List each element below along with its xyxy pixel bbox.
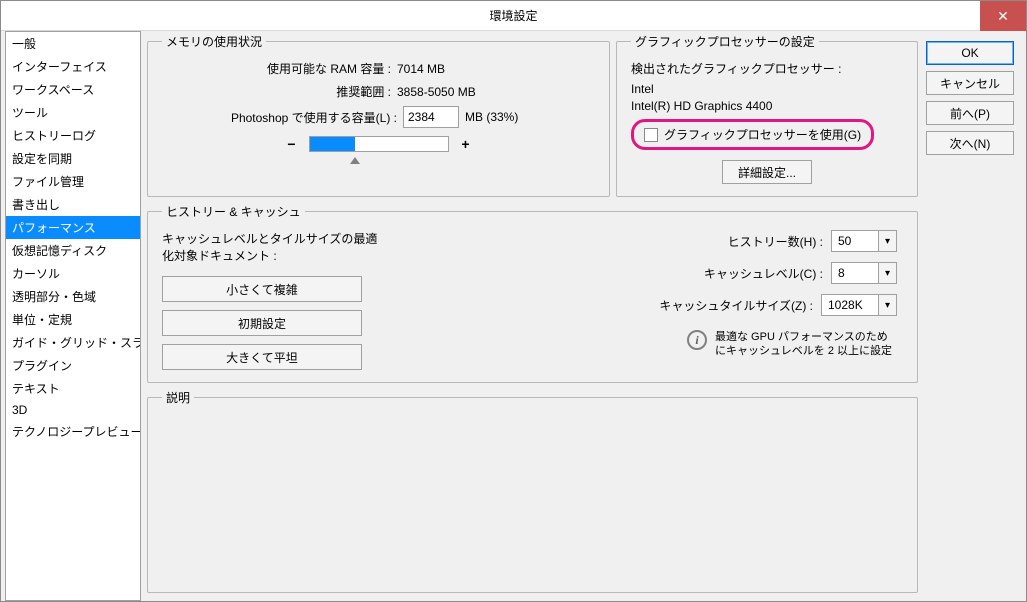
sidebar-item-type[interactable]: テキスト — [6, 377, 140, 400]
gpu-model: Intel(R) HD Graphics 4400 — [631, 99, 903, 113]
cache-settings-column: ヒストリー数(H) : ▾ キャッシュレベル(C) : ▾ — [402, 230, 903, 370]
memory-slider-row: − + — [162, 136, 595, 152]
history-states-label: ヒストリー数(H) : — [728, 233, 823, 250]
chevron-down-icon[interactable]: ▾ — [879, 230, 897, 252]
cache-tile-input[interactable] — [821, 294, 879, 316]
cancel-button[interactable]: キャンセル — [926, 71, 1014, 95]
sidebar-item-performance[interactable]: パフォーマンス — [6, 216, 140, 239]
titlebar: 環境設定 ✕ — [1, 1, 1026, 31]
history-legend: ヒストリー & キャッシュ — [162, 203, 305, 220]
gpu-settings-group: グラフィックプロセッサーの設定 検出されたグラフィックプロセッサー : Inte… — [616, 33, 918, 197]
history-states-input[interactable] — [831, 230, 879, 252]
main-panel: メモリの使用状況 使用可能な RAM 容量 : 7014 MB 推奨範囲 : 3… — [145, 31, 1026, 601]
cache-tile-label: キャッシュタイルサイズ(Z) : — [659, 297, 813, 314]
chevron-down-icon[interactable]: ▾ — [879, 262, 897, 284]
gpu-legend: グラフィックプロセッサーの設定 — [631, 33, 819, 50]
next-button[interactable]: 次へ(N) — [926, 131, 1014, 155]
close-button[interactable]: ✕ — [980, 1, 1026, 31]
memory-usage-group: メモリの使用状況 使用可能な RAM 容量 : 7014 MB 推奨範囲 : 3… — [147, 33, 610, 197]
available-ram-value: 7014 MB — [397, 62, 445, 76]
chevron-down-icon[interactable]: ▾ — [879, 294, 897, 316]
ps-use-label: Photoshop で使用する容量(L) : — [162, 109, 397, 126]
ideal-range-value: 3858-5050 MB — [397, 85, 476, 99]
sidebar-item-scratch-disks[interactable]: 仮想記憶ディスク — [6, 239, 140, 262]
cache-tile-combo[interactable]: ▾ — [821, 294, 897, 316]
description-group: 説明 — [147, 389, 918, 593]
plus-icon[interactable]: + — [459, 136, 473, 152]
category-sidebar: 一般 インターフェイス ワークスペース ツール ヒストリーログ 設定を同期 ファ… — [5, 31, 141, 601]
use-gpu-highlight: グラフィックプロセッサーを使用(G) — [631, 119, 874, 150]
sidebar-item-cursors[interactable]: カーソル — [6, 262, 140, 285]
sidebar-item-transparency[interactable]: 透明部分・色域 — [6, 285, 140, 308]
available-ram-label: 使用可能な RAM 容量 : — [162, 60, 397, 77]
preferences-window: 環境設定 ✕ 一般 インターフェイス ワークスペース ツール ヒストリーログ 設… — [0, 0, 1027, 602]
use-gpu-checkbox[interactable] — [644, 128, 658, 142]
description-legend: 説明 — [162, 389, 194, 406]
ps-use-input[interactable] — [403, 106, 459, 128]
minus-icon[interactable]: − — [285, 136, 299, 152]
cache-levels-combo[interactable]: ▾ — [831, 262, 897, 284]
preset-default-button[interactable]: 初期設定 — [162, 310, 362, 336]
sidebar-item-interface[interactable]: インターフェイス — [6, 55, 140, 78]
sidebar-item-general[interactable]: 一般 — [6, 32, 140, 55]
sidebar-item-history-log[interactable]: ヒストリーログ — [6, 124, 140, 147]
sidebar-item-sync-settings[interactable]: 設定を同期 — [6, 147, 140, 170]
sidebar-item-tools[interactable]: ツール — [6, 101, 140, 124]
history-states-combo[interactable]: ▾ — [831, 230, 897, 252]
dialog-buttons: OK キャンセル 前へ(P) 次へ(N) — [926, 33, 1024, 593]
panels-column: メモリの使用状況 使用可能な RAM 容量 : 7014 MB 推奨範囲 : 3… — [147, 33, 918, 593]
memory-legend: メモリの使用状況 — [162, 33, 266, 50]
sidebar-item-3d[interactable]: 3D — [6, 400, 140, 420]
ps-use-unit: MB (33%) — [465, 110, 518, 124]
history-cache-group: ヒストリー & キャッシュ キャッシュレベルとタイルサイズの最適化対象ドキュメン… — [147, 203, 918, 383]
sidebar-item-workspace[interactable]: ワークスペース — [6, 78, 140, 101]
info-icon: i — [687, 330, 707, 350]
preset-small-complex-button[interactable]: 小さくて複雑 — [162, 276, 362, 302]
detected-gpu-label: 検出されたグラフィックプロセッサー : — [631, 60, 903, 77]
sidebar-item-guides-grid[interactable]: ガイド・グリッド・スライス — [6, 331, 140, 354]
sidebar-item-units-rulers[interactable]: 単位・定規 — [6, 308, 140, 331]
cache-levels-input[interactable] — [831, 262, 879, 284]
preset-big-flat-button[interactable]: 大きくて平坦 — [162, 344, 362, 370]
memory-slider[interactable] — [309, 136, 449, 152]
gpu-vendor: Intel — [631, 82, 903, 96]
optimize-label: キャッシュレベルとタイルサイズの最適化対象ドキュメント : — [162, 230, 382, 264]
use-gpu-label: グラフィックプロセッサーを使用(G) — [664, 126, 861, 143]
cache-note: 最適な GPU パフォーマンスのためにキャッシュレベルを 2 以上に設定 — [715, 330, 897, 359]
close-icon: ✕ — [997, 8, 1009, 25]
cache-levels-label: キャッシュレベル(C) : — [704, 265, 823, 282]
ideal-range-label: 推奨範囲 : — [162, 83, 397, 100]
memory-slider-thumb[interactable] — [350, 157, 360, 164]
prev-button[interactable]: 前へ(P) — [926, 101, 1014, 125]
sidebar-item-plugins[interactable]: プラグイン — [6, 354, 140, 377]
content-area: 一般 インターフェイス ワークスペース ツール ヒストリーログ 設定を同期 ファ… — [1, 31, 1026, 601]
sidebar-item-file-handling[interactable]: ファイル管理 — [6, 170, 140, 193]
optimize-column: キャッシュレベルとタイルサイズの最適化対象ドキュメント : 小さくて複雑 初期設… — [162, 230, 382, 370]
memory-slider-fill — [310, 137, 356, 151]
window-title: 環境設定 — [489, 7, 537, 24]
sidebar-item-export[interactable]: 書き出し — [6, 193, 140, 216]
sidebar-item-tech-preview[interactable]: テクノロジープレビュー — [6, 420, 140, 443]
ok-button[interactable]: OK — [926, 41, 1014, 65]
top-row: メモリの使用状況 使用可能な RAM 容量 : 7014 MB 推奨範囲 : 3… — [147, 33, 918, 197]
gpu-advanced-button[interactable]: 詳細設定... — [722, 160, 812, 184]
